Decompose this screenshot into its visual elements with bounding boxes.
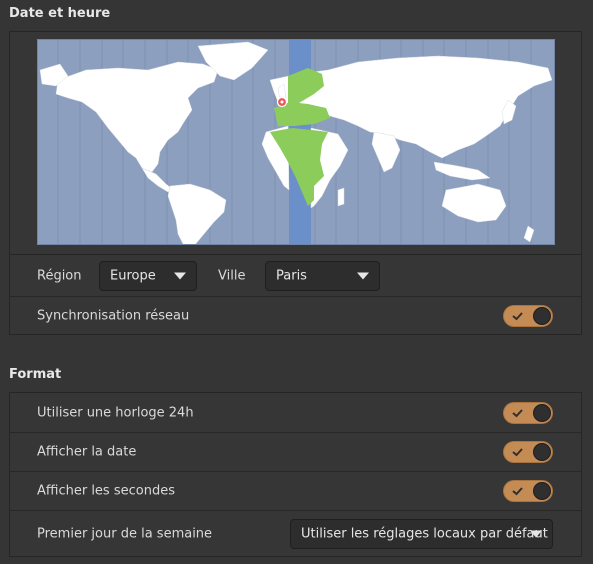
section-title-format: Format [9,367,62,382]
timezone-map[interactable] [37,39,555,245]
sync-row: Synchronisation réseau [10,296,581,335]
toggle-knob [533,482,551,500]
city-label: Ville [218,268,246,283]
region-value: Europe [110,268,156,283]
toggle-knob [533,443,551,461]
first-day-row: Premier jour de la semaine Utiliser les … [10,510,581,556]
check-icon [512,487,523,496]
show-date-row: Afficher la date [10,432,581,471]
show-seconds-row: Afficher les secondes [10,471,581,510]
format-frame: Utiliser une horloge 24h Afficher la dat… [9,392,582,557]
check-icon [512,448,523,457]
city-combo[interactable]: Paris [265,260,380,291]
clock24-label: Utiliser une horloge 24h [37,405,194,420]
clock24-toggle[interactable] [503,401,553,424]
toggle-knob [533,403,551,422]
first-day-combo[interactable]: Utiliser les réglages locaux par défaut [290,518,553,549]
first-day-label: Premier jour de la semaine [37,526,213,541]
chevron-down-icon [174,272,186,279]
chevron-down-icon [357,272,369,279]
sync-toggle[interactable] [503,305,553,327]
world-map-svg [39,40,553,244]
sync-label: Synchronisation réseau [37,308,190,324]
city-value: Paris [276,268,307,283]
region-combo[interactable]: Europe [99,260,197,291]
show-seconds-label: Afficher les secondes [37,483,175,499]
show-date-label: Afficher la date [37,444,137,460]
datetime-frame: Région Europe Ville Paris Synchronisatio… [9,31,582,335]
region-label: Région [37,268,82,283]
show-seconds-toggle[interactable] [503,480,553,502]
chevron-down-icon [530,530,542,537]
toggle-knob [533,307,551,325]
section-title-datetime: Date et heure [9,6,111,21]
first-day-value: Utiliser les réglages locaux par défaut [301,526,548,541]
check-icon [512,312,523,321]
location-row: Région Europe Ville Paris [10,254,581,296]
clock24-row: Utiliser une horloge 24h [10,393,581,432]
location-pin-icon[interactable] [276,96,288,108]
show-date-toggle[interactable] [503,441,553,463]
check-icon [512,408,523,417]
